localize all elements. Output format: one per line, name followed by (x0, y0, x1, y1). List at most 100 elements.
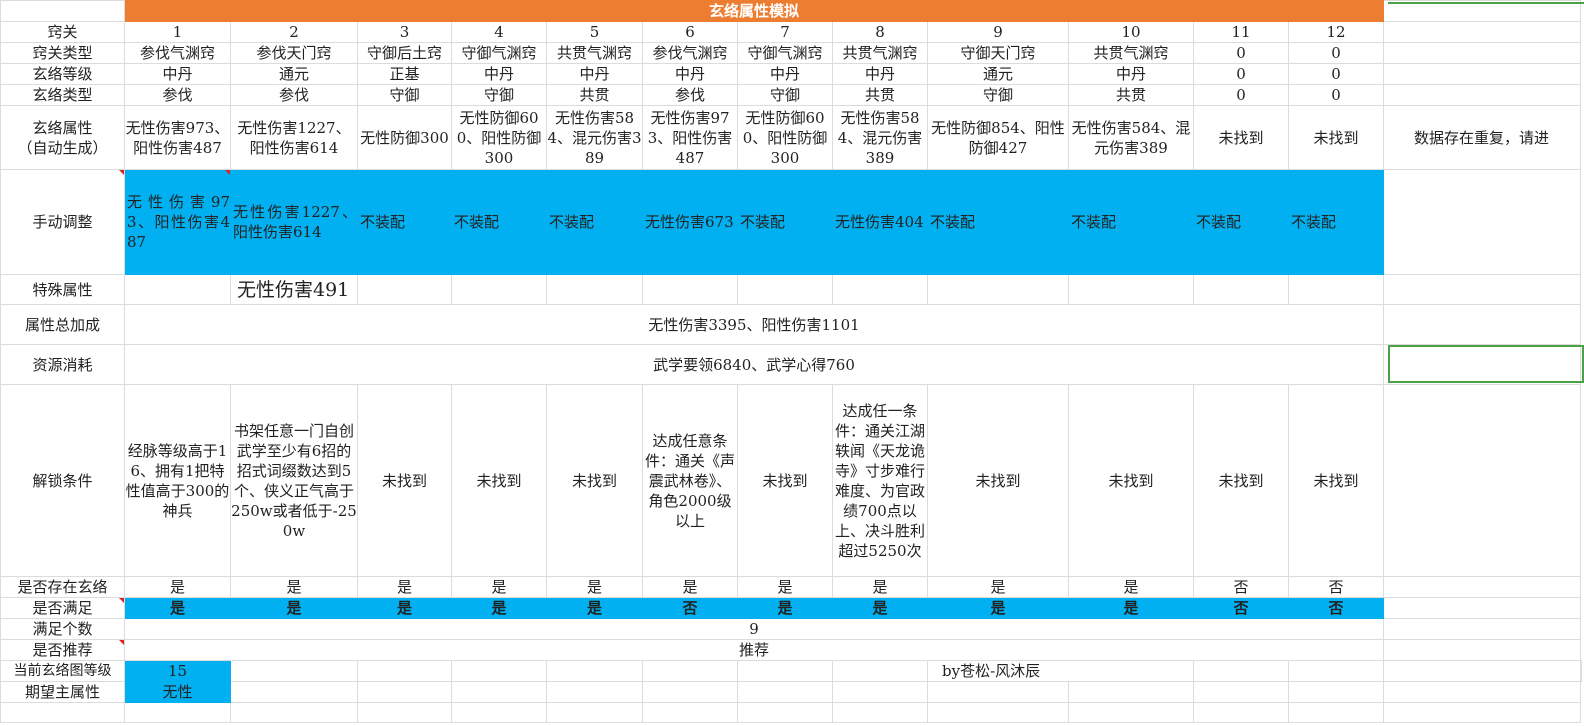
empty-cell[interactable] (1383, 169, 1581, 275)
row-label-xtype[interactable]: 玄络类型 (0, 84, 125, 106)
row-label-special[interactable]: 特殊属性 (0, 274, 125, 305)
manual-cell[interactable]: 无性伤害404 (832, 169, 928, 275)
empty-cell[interactable] (1068, 681, 1194, 703)
empty-cell[interactable] (230, 681, 358, 703)
author-credit[interactable]: by苍松-风沐辰 (927, 660, 1194, 682)
unlock-cell[interactable]: 未找到 (1288, 384, 1384, 577)
xtype-cell[interactable]: 共贯 (832, 84, 928, 106)
unlock-cell[interactable]: 达成任意条件：通关《声震武林卷》、角色2000级以上 (642, 384, 738, 577)
qiaoguan-cell[interactable]: 1 (124, 21, 231, 43)
empty-cell[interactable] (642, 681, 738, 703)
exists-cell[interactable]: 是 (1068, 576, 1194, 598)
grade-cell[interactable]: 0 (1193, 63, 1289, 85)
exists-cell[interactable]: 否 (1288, 576, 1384, 598)
satisfy-cell[interactable]: 是 (832, 597, 928, 619)
attr-cell[interactable]: 未找到 (1193, 105, 1289, 170)
manual-cell[interactable]: 无性伤害673 (642, 169, 738, 275)
empty-cell[interactable] (832, 702, 928, 723)
empty-cell[interactable] (1193, 702, 1289, 723)
row-label-total[interactable]: 属性总加成 (0, 304, 125, 345)
unlock-cell[interactable]: 未找到 (1068, 384, 1194, 577)
row-label-cost[interactable]: 资源消耗 (0, 344, 125, 385)
type-cell[interactable]: 0 (1193, 42, 1289, 64)
type-cell[interactable]: 守御天门窍 (927, 42, 1069, 64)
unlock-cell[interactable]: 达成任一条件：通关江湖轶闻《天龙诡寺》寸步难行难度、为官政绩700点以上、决斗胜… (832, 384, 928, 577)
attr-cell[interactable]: 无性防御300 (357, 105, 452, 170)
special-cell[interactable] (832, 274, 928, 305)
type-cell[interactable]: 共贯气渊窍 (546, 42, 643, 64)
empty-cell[interactable] (1383, 597, 1581, 619)
grade-cell[interactable]: 中丹 (124, 63, 231, 85)
exists-cell[interactable]: 是 (737, 576, 833, 598)
grade-cell[interactable]: 通元 (230, 63, 358, 85)
unlock-cell[interactable]: 未找到 (357, 384, 452, 577)
grade-cell[interactable]: 中丹 (832, 63, 928, 85)
attr-cell[interactable]: 未找到 (1288, 105, 1384, 170)
empty-cell[interactable] (1288, 681, 1384, 703)
row-label-attr[interactable]: 玄络属性 （自动生成） (0, 105, 125, 170)
empty-cell[interactable] (737, 702, 833, 723)
satisfy-cell[interactable]: 是 (124, 597, 231, 619)
manual-cell[interactable]: 不装配 (737, 169, 833, 275)
xtype-cell[interactable]: 参伐 (230, 84, 358, 106)
special-cell[interactable] (1193, 274, 1289, 305)
qiaoguan-cell[interactable]: 3 (357, 21, 452, 43)
exists-cell[interactable]: 是 (124, 576, 231, 598)
special-cell[interactable] (546, 274, 643, 305)
special-cell[interactable] (737, 274, 833, 305)
unlock-cell[interactable]: 未找到 (451, 384, 547, 577)
empty-cell[interactable] (546, 702, 643, 723)
satisfy-cell[interactable]: 是 (357, 597, 452, 619)
empty-cell[interactable] (230, 660, 358, 682)
empty-cell[interactable] (451, 681, 547, 703)
grade-cell[interactable]: 中丹 (1068, 63, 1194, 85)
resource-cost-value[interactable]: 武学要领6840、武学心得760 (124, 344, 1384, 385)
empty-cell[interactable] (1383, 660, 1581, 682)
manual-cell[interactable]: 不装配 (546, 169, 643, 275)
type-cell[interactable]: 共贯气渊窍 (832, 42, 928, 64)
manual-cell[interactable]: 无性伤害1227、阳性伤害614 (230, 169, 358, 275)
empty-cell[interactable] (1383, 42, 1581, 64)
exists-cell[interactable]: 是 (832, 576, 928, 598)
empty-cell[interactable] (1383, 84, 1581, 106)
grade-cell[interactable]: 通元 (927, 63, 1069, 85)
empty-cell[interactable] (1383, 618, 1581, 640)
type-cell[interactable]: 共贯气渊窍 (1068, 42, 1194, 64)
satisfy-cell[interactable]: 是 (737, 597, 833, 619)
exists-cell[interactable]: 是 (546, 576, 643, 598)
row-label-exists[interactable]: 是否存在玄络 (0, 576, 125, 598)
empty-cell[interactable] (832, 681, 928, 703)
type-cell[interactable]: 参伐天门窍 (230, 42, 358, 64)
xtype-cell[interactable]: 守御 (357, 84, 452, 106)
exists-cell[interactable]: 是 (642, 576, 738, 598)
recommend-value[interactable]: 推荐 (124, 639, 1384, 661)
attr-cell[interactable]: 无性伤害973、阳性伤害487 (642, 105, 738, 170)
row-label-unlock[interactable]: 解锁条件 (0, 384, 125, 577)
empty-cell[interactable] (1288, 702, 1384, 723)
satisfy-count-value[interactable]: 9 (124, 618, 1384, 640)
xtype-cell[interactable]: 参伐 (124, 84, 231, 106)
attr-cell[interactable]: 无性伤害584、混元伤害389 (546, 105, 643, 170)
unlock-cell[interactable]: 经脉等级高于16、拥有1把特性值高于300的神兵 (124, 384, 231, 577)
unlock-cell[interactable]: 未找到 (737, 384, 833, 577)
qiaoguan-cell[interactable]: 2 (230, 21, 358, 43)
satisfy-cell[interactable]: 是 (1068, 597, 1194, 619)
grade-cell[interactable]: 0 (1288, 63, 1384, 85)
empty-cell[interactable] (1383, 21, 1581, 43)
satisfy-cell[interactable]: 是 (546, 597, 643, 619)
empty-cell[interactable] (642, 702, 738, 723)
sheet-title[interactable]: 玄络属性模拟 (124, 0, 1384, 22)
qiaoguan-cell[interactable]: 4 (451, 21, 547, 43)
xtype-cell[interactable]: 参伐 (642, 84, 738, 106)
grade-cell[interactable]: 中丹 (642, 63, 738, 85)
empty-cell[interactable] (1383, 576, 1581, 598)
xtype-cell[interactable]: 共贯 (1068, 84, 1194, 106)
empty-cell[interactable] (1288, 660, 1384, 682)
qiaoguan-cell[interactable]: 11 (1193, 21, 1289, 43)
row-label-expect[interactable]: 期望主属性 (0, 681, 125, 703)
manual-cell[interactable]: 不装配 (1288, 169, 1384, 275)
selected-cell-target[interactable] (1383, 344, 1581, 385)
empty-cell[interactable] (1068, 702, 1194, 723)
empty-cell[interactable] (737, 660, 833, 682)
empty-cell[interactable] (230, 702, 358, 723)
